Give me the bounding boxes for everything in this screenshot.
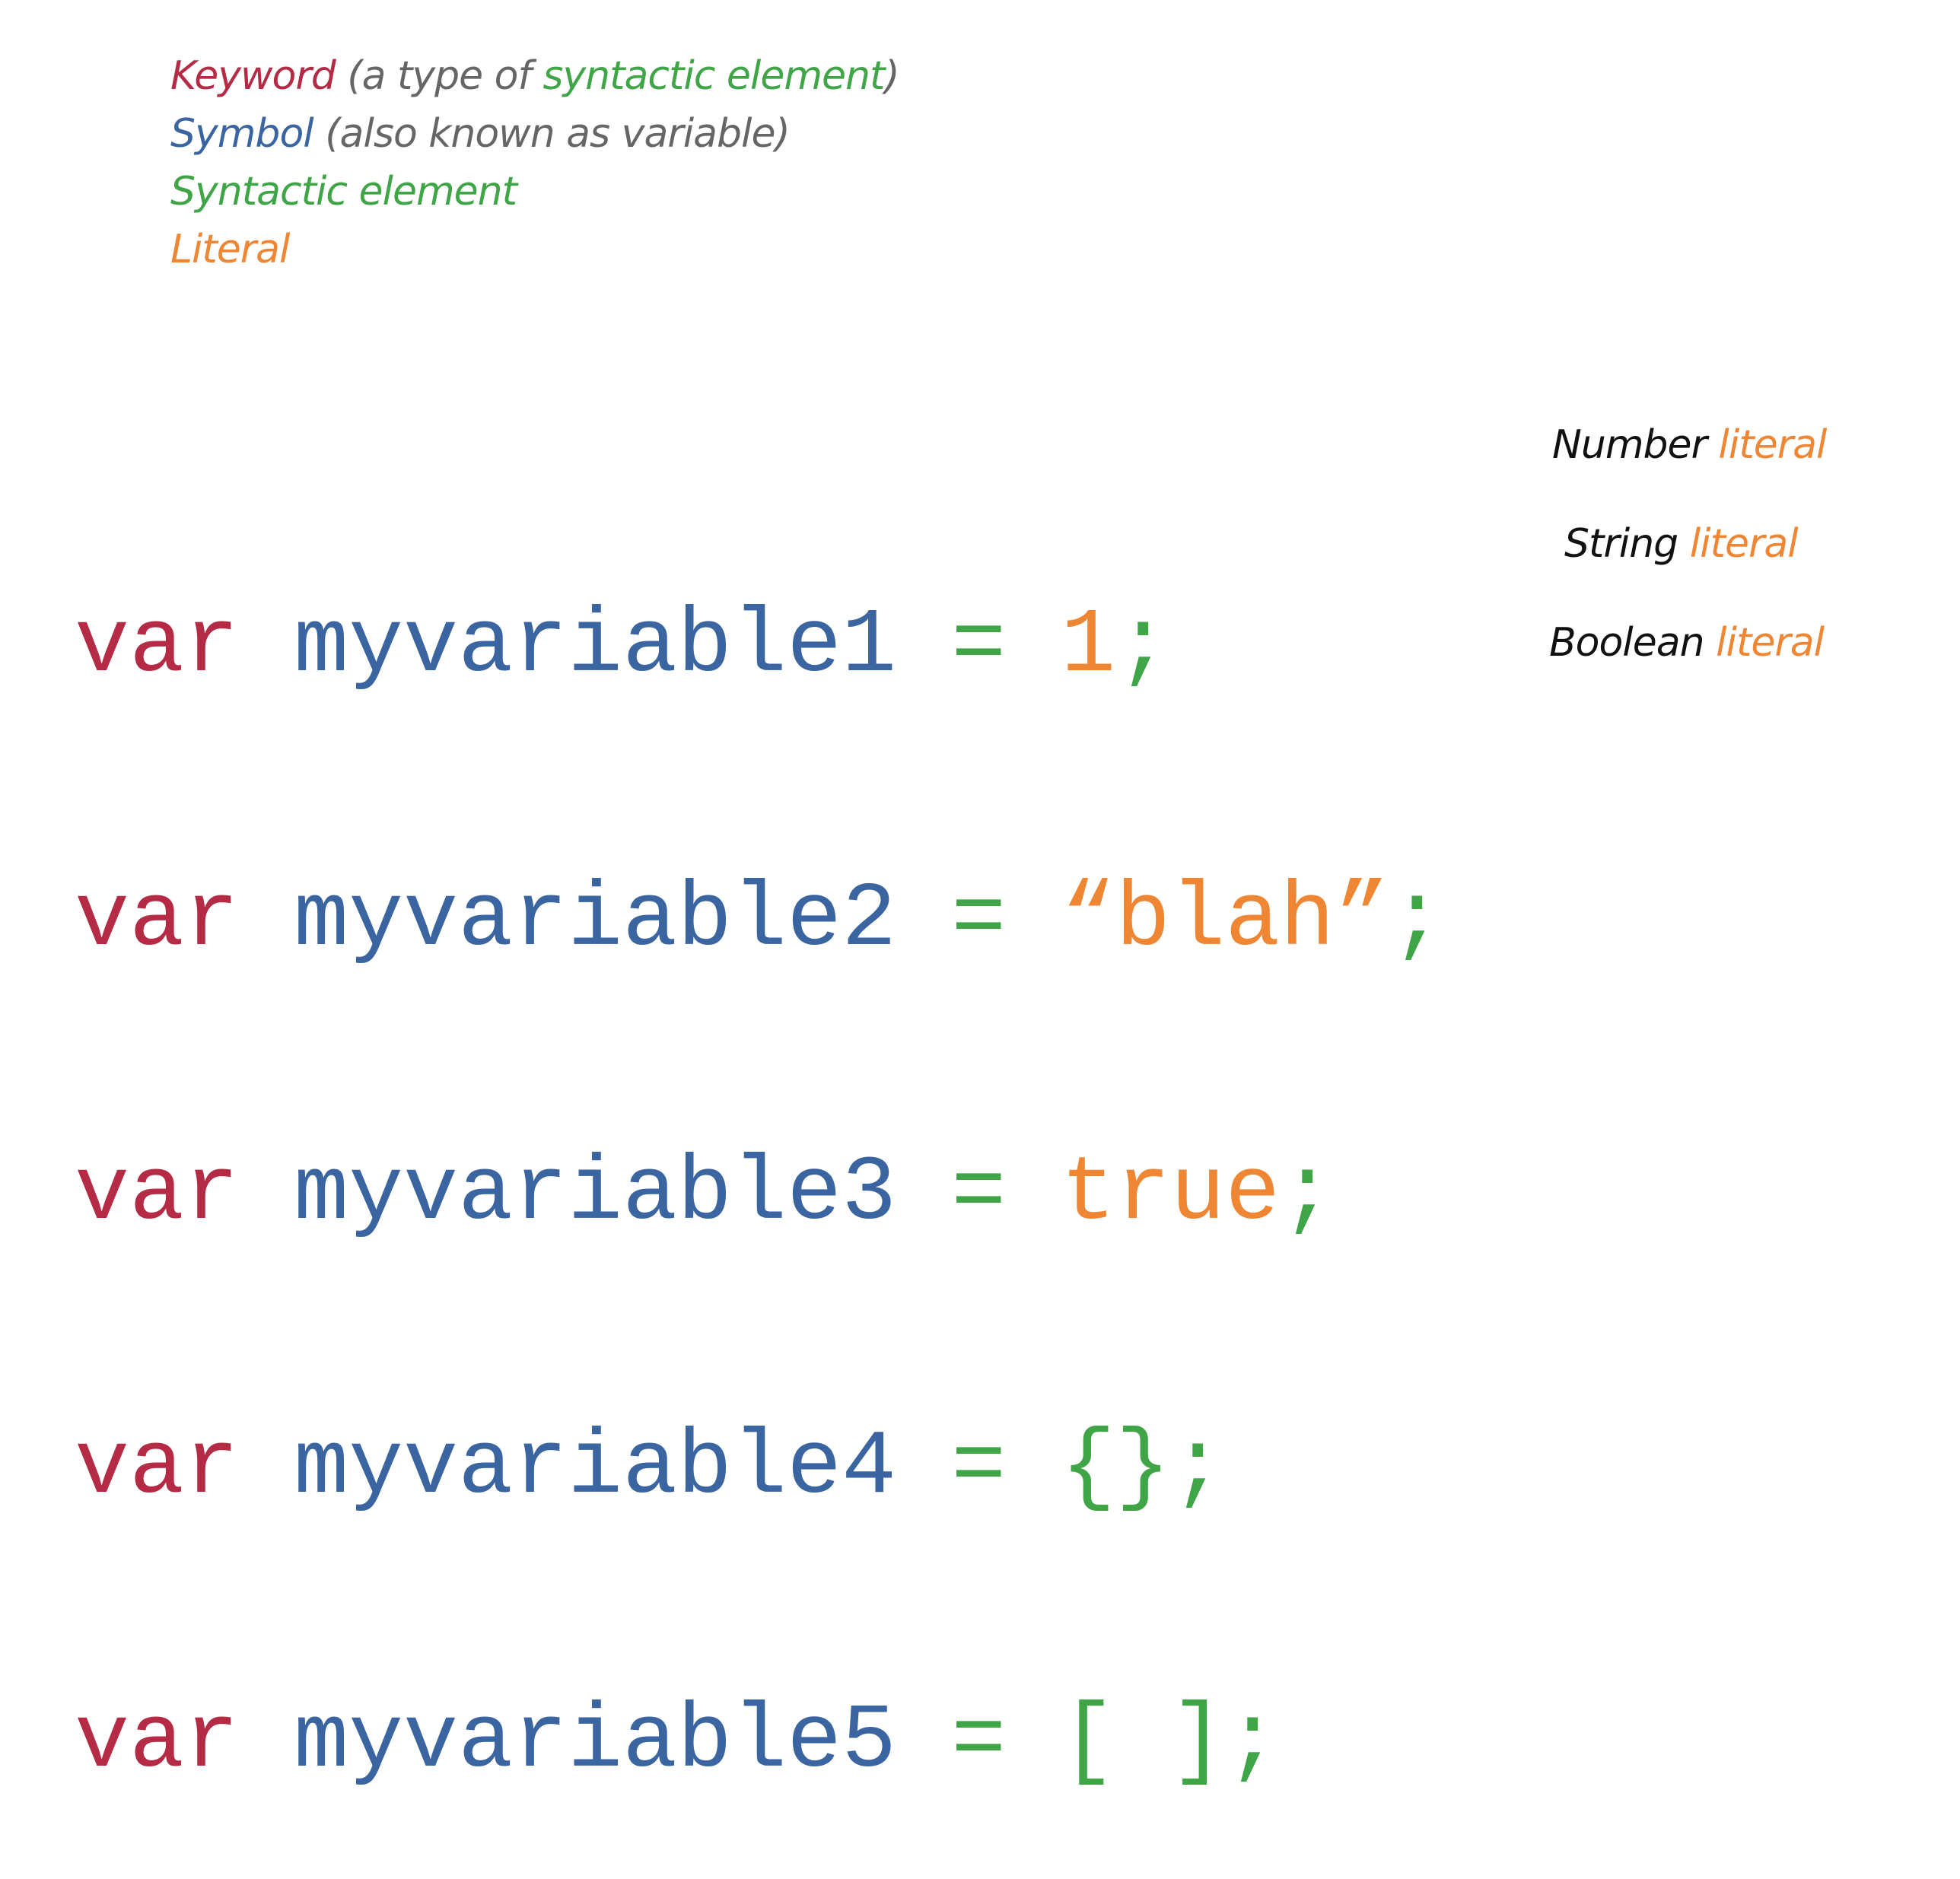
code-operator: =	[951, 1690, 1007, 1794]
code-terminator: ;	[1280, 1143, 1335, 1246]
legend-symbol-label: Symbol	[170, 111, 314, 157]
code-keyword: var	[75, 1143, 240, 1246]
code-operator: =	[951, 595, 1007, 698]
code-symbol: myvariable4	[294, 1416, 897, 1520]
annotation-literal-word: literal	[1716, 620, 1825, 666]
code-value: “blah”	[1061, 869, 1390, 972]
code-line-4: var myvariable4 = {};	[75, 1423, 1444, 1514]
code-value: {}	[1061, 1416, 1171, 1520]
legend-syntax-row: Syntactic element	[170, 163, 899, 221]
legend-literal-label: Literal	[170, 227, 290, 272]
legend-syntax-label: Syntactic element	[170, 169, 517, 215]
code-keyword: var	[75, 1690, 240, 1794]
code-value: [ ]	[1061, 1690, 1226, 1794]
legend-symbol-row: Symbol (also known as variable)	[170, 105, 899, 163]
code-operator: =	[951, 869, 1007, 972]
legend-symbol-note: (also known as variable)	[313, 111, 791, 157]
legend-keyword-row: Keyword (a type of syntactic element)	[170, 47, 900, 105]
code-terminator: ;	[1225, 1690, 1281, 1794]
legend-keyword-note-close: )	[884, 53, 899, 99]
code-value: 1	[1061, 595, 1116, 698]
legend-keyword-label: Keyword	[170, 53, 336, 99]
legend-literal-row: Literal	[170, 221, 899, 278]
code-symbol: myvariable1	[294, 595, 897, 698]
code-line-5: var myvariable5 = [ ];	[75, 1696, 1444, 1788]
code-symbol: myvariable2	[294, 869, 897, 972]
code-terminator: ;	[1115, 595, 1171, 698]
code-keyword: var	[75, 595, 240, 698]
annotation-type: Number	[1552, 422, 1707, 468]
annotation-literal-word: literal	[1689, 521, 1799, 567]
annotation-boolean-literal: Boolean literal	[1549, 620, 1825, 666]
legend-keyword-note-syntax: syntactic element	[542, 53, 885, 99]
code-line-3: var myvariable3 = true;	[75, 1149, 1444, 1240]
legend-keyword-note-open: (a type of	[335, 53, 543, 99]
annotation-type: Boolean	[1549, 620, 1705, 666]
code-operator: =	[951, 1143, 1007, 1246]
code-line-1: var myvariable1 = 1;	[75, 601, 1444, 692]
code-terminator: ;	[1389, 869, 1445, 972]
annotation-number-literal: Number literal	[1552, 422, 1827, 468]
code-value: true	[1061, 1143, 1281, 1246]
code-keyword: var	[75, 1416, 240, 1520]
annotation-string-literal: String literal	[1564, 521, 1799, 567]
code-terminator: ;	[1170, 1416, 1226, 1520]
code-symbol: myvariable5	[294, 1690, 897, 1794]
code-symbol: myvariable3	[294, 1143, 897, 1246]
annotation-literal-word: literal	[1718, 422, 1827, 468]
color-legend: Keyword (a type of syntactic element) Sy…	[170, 47, 900, 278]
code-line-2: var myvariable2 = “blah”;	[75, 875, 1444, 966]
code-operator: =	[951, 1416, 1007, 1520]
code-keyword: var	[75, 869, 240, 972]
code-block: var myvariable1 = 1; var myvariable2 = “…	[75, 418, 1444, 1879]
annotation-type: String	[1564, 521, 1678, 567]
